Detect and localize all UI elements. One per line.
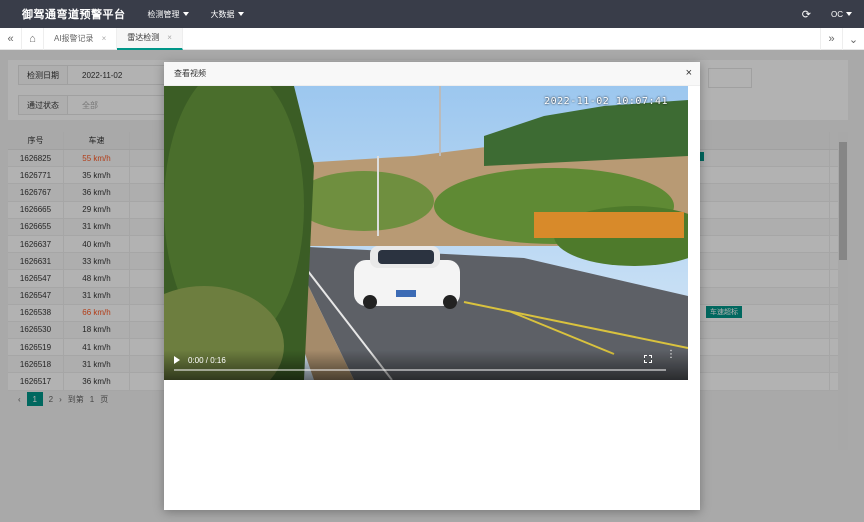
nav-big-data[interactable]: 大数据 — [211, 9, 244, 20]
close-icon[interactable]: × — [102, 34, 107, 43]
tab-bar: « ⌂ AI报警记录 × 雷达检测 × » ⌄ — [0, 27, 864, 50]
tab-radar[interactable]: 雷达检测 × — [117, 27, 183, 50]
chevron-down-icon — [846, 12, 852, 16]
more-icon[interactable]: ⋮ — [666, 350, 676, 360]
tab-label: 雷达检测 — [127, 33, 160, 42]
player-time: 0:00 / 0:16 — [188, 356, 226, 365]
chevron-down-icon — [237, 12, 244, 16]
video-timestamp: 2022-11-02 10:07:41 — [544, 96, 668, 107]
close-icon[interactable]: × — [686, 67, 692, 79]
chevron-down-icon[interactable]: ⌄ — [842, 28, 864, 50]
player-controls: 0:00 / 0:16 ⋮ — [164, 350, 688, 380]
close-icon[interactable]: × — [167, 33, 172, 42]
chevron-down-icon — [182, 12, 189, 16]
user-menu[interactable]: OC — [831, 10, 852, 19]
video-modal: 查看视频 × 2022-11-02 10:07:41 0:00 / 0:16 ⋮ — [164, 62, 700, 510]
double-left-icon[interactable]: « — [0, 27, 22, 50]
video-frame — [164, 86, 688, 380]
nav-label: 检测管理 — [147, 9, 180, 19]
nav-detect-management[interactable]: 检测管理 — [148, 9, 189, 20]
user-name: OC — [831, 9, 843, 19]
tab-ai-alarm[interactable]: AI报警记录 × — [44, 27, 118, 50]
app-title: 御驾通弯道预警平台 — [22, 9, 126, 21]
home-icon[interactable]: ⌂ — [22, 27, 44, 50]
progress-bar[interactable] — [174, 369, 666, 371]
play-icon[interactable] — [174, 356, 180, 364]
refresh-icon[interactable]: ⟳ — [802, 8, 811, 21]
modal-title: 查看视频 — [164, 62, 700, 86]
top-navbar: 御驾通弯道预警平台 检测管理 大数据 ⟳ OC — [0, 0, 864, 28]
double-right-icon[interactable]: » — [820, 28, 842, 50]
video-player[interactable]: 2022-11-02 10:07:41 0:00 / 0:16 ⋮ — [164, 86, 688, 380]
tab-label: AI报警记录 — [54, 34, 94, 43]
nav-label: 大数据 — [210, 9, 235, 19]
fullscreen-icon[interactable] — [644, 355, 652, 363]
